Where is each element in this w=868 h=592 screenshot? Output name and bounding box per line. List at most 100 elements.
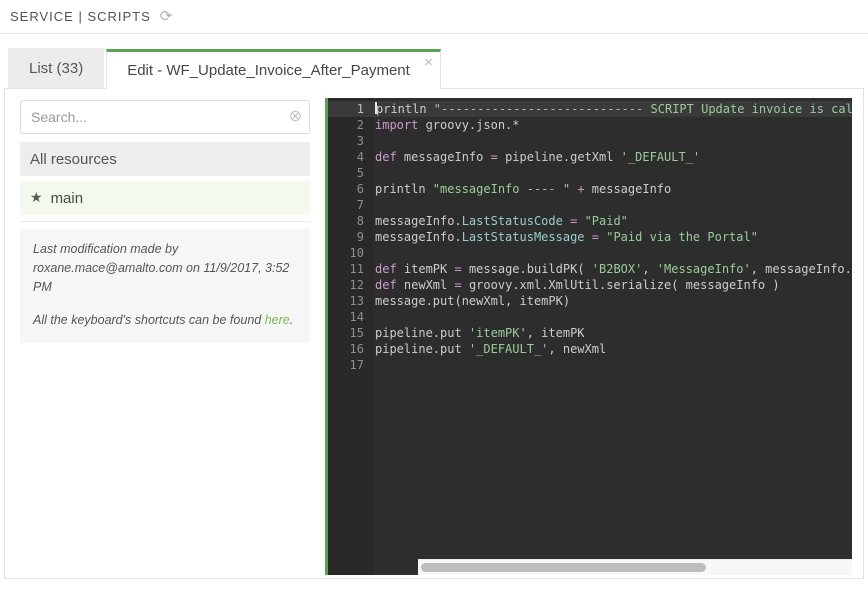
editor-code-column: println "---------------------------- SC… [373, 98, 852, 575]
shortcuts-link[interactable]: here [265, 313, 290, 327]
search-box: ⊗ [20, 100, 310, 134]
code-token-keyword: def [375, 278, 397, 292]
code-token: itemPK [396, 262, 455, 276]
search-input[interactable] [20, 100, 310, 134]
star-icon: ★ [30, 190, 43, 206]
code-line[interactable]: messageInfo.LastStatusCode = "Paid" [373, 213, 852, 229]
sidebar-item-main[interactable]: ★ main [20, 181, 310, 215]
code-token-string: 'B2BOX' [591, 262, 643, 276]
sidebar-item-all-resources[interactable]: All resources [20, 142, 310, 176]
code-token-keyword: import [375, 118, 419, 132]
code-token: newXml [396, 278, 455, 292]
line-number: 17 [349, 358, 364, 372]
tab-list[interactable]: List (33) [8, 48, 105, 88]
code-token: = [454, 262, 462, 276]
code-token: , newXml [548, 342, 607, 356]
code-line[interactable]: def messageInfo = pipeline.getXml '_DEFA… [373, 149, 852, 165]
line-number: 4 [356, 150, 364, 164]
line-number: 2 [356, 118, 364, 132]
line-number: 10 [349, 246, 364, 260]
code-line[interactable] [373, 165, 852, 181]
horizontal-scrollbar-thumb[interactable] [421, 563, 706, 572]
code-line[interactable] [373, 197, 852, 213]
main-panel: ⊗ All resources ★ main Last modification… [4, 88, 864, 579]
code-token: println [375, 182, 433, 196]
line-number: 14 [349, 310, 364, 324]
code-line[interactable]: pipeline.put 'itemPK', itemPK [373, 325, 852, 341]
code-token: groovy.xml.XmlUtil.serialize( messageInf… [461, 278, 780, 292]
info-note-box: Last modification made by roxane.mace@am… [20, 229, 310, 343]
code-token: pipeline.put [375, 342, 469, 356]
code-token: pipeline.put [375, 326, 469, 340]
sidebar: ⊗ All resources ★ main Last modification… [5, 89, 325, 578]
code-line[interactable]: pipeline.put '_DEFAULT_', newXml [373, 341, 852, 357]
code-token: = [591, 230, 599, 244]
code-line[interactable] [373, 309, 852, 325]
shortcuts-note: All the keyboard's shortcuts can be foun… [33, 311, 297, 330]
horizontal-scrollbar[interactable] [418, 559, 852, 575]
tab-edit-label: Edit - WF_Update_Invoice_After_Payment [127, 62, 410, 79]
code-line[interactable]: def itemPK = message.buildPK( 'B2BOX', '… [373, 261, 852, 277]
code-token-string: 'MessageInfo' [656, 262, 751, 276]
code-token: + [577, 182, 585, 196]
line-number: 11 [349, 262, 364, 276]
code-token: , itemPK [526, 326, 585, 340]
code-token: LastStatusMessage [461, 230, 585, 244]
code-token: messageInfo. [375, 214, 462, 228]
line-number: 3 [356, 134, 364, 148]
code-token: , messageInfo. [750, 262, 852, 276]
code-token-string: '_DEFAULT_' [620, 150, 701, 164]
code-token-string: "---------------------------- SCRIPT Upd… [433, 102, 852, 116]
code-token: , [642, 262, 657, 276]
tab-edit-script[interactable]: Edit - WF_Update_Invoice_After_Payment × [106, 49, 441, 89]
line-number: 16 [349, 342, 364, 356]
code-token: pipeline.getXml [497, 150, 621, 164]
code-line[interactable]: def newXml = groovy.xml.XmlUtil.serializ… [373, 277, 852, 293]
code-token: message.put(newXml, itemPK) [375, 294, 571, 308]
code-line[interactable]: import groovy.json.* [373, 117, 852, 133]
code-token: println [376, 102, 434, 116]
sidebar-item-label: main [50, 189, 84, 207]
line-number: 7 [356, 198, 364, 212]
page-title: SERVICE | SCRIPTS [10, 9, 151, 24]
line-number: 5 [356, 166, 364, 180]
tab-list-label: List (33) [29, 59, 84, 77]
code-token-keyword: def [375, 262, 397, 276]
line-number: 6 [356, 182, 364, 196]
code-token: = [490, 150, 498, 164]
code-token: messageInfo [584, 182, 672, 196]
code-line[interactable]: message.put(newXml, itemPK) [373, 293, 852, 309]
code-token-keyword: def [375, 150, 397, 164]
line-number: 15 [349, 326, 364, 340]
code-line[interactable] [373, 133, 852, 149]
close-icon[interactable]: × [424, 55, 433, 70]
line-number: 13 [349, 294, 364, 308]
header-bar: SERVICE | SCRIPTS ⟳ [0, 0, 868, 34]
code-line[interactable] [373, 245, 852, 261]
line-number: 8 [356, 214, 364, 228]
shortcuts-note-text: All the keyboard's shortcuts can be foun… [33, 313, 265, 328]
line-number: 12 [349, 278, 364, 292]
code-editor[interactable]: 1 2 3 4 5 6 7 8 9 10 11 12 13 14 15 16 17 println "-----… [325, 98, 852, 575]
code-line[interactable]: println "---------------------------- SC… [373, 101, 852, 117]
editor-code-area: println "---------------------------- SC… [373, 101, 852, 373]
code-token: LastStatusCode [461, 214, 563, 228]
code-line[interactable]: println "messageInfo ---- " + messageInf… [373, 181, 852, 197]
tab-bar: List (33) Edit - WF_Update_Invoice_After… [0, 48, 868, 89]
sidebar-divider [20, 221, 310, 222]
refresh-icon[interactable]: ⟳ [160, 9, 173, 24]
code-line[interactable] [373, 357, 852, 373]
search-clear-icon[interactable]: ⊗ [289, 108, 302, 124]
code-token-string: "Paid via the Portal" [606, 230, 758, 244]
shortcuts-note-period: . [289, 313, 294, 328]
last-modification-note: Last modification made by roxane.mace@am… [33, 242, 290, 294]
code-token: groovy.json.* [418, 118, 520, 132]
code-token-string: "Paid" [584, 214, 628, 228]
code-line[interactable]: messageInfo.LastStatusMessage = "Paid vi… [373, 229, 852, 245]
code-token-string: '_DEFAULT_' [468, 342, 549, 356]
code-token: = [454, 278, 462, 292]
line-number: 9 [356, 230, 364, 244]
code-token-string: "messageInfo ---- " [432, 182, 571, 196]
